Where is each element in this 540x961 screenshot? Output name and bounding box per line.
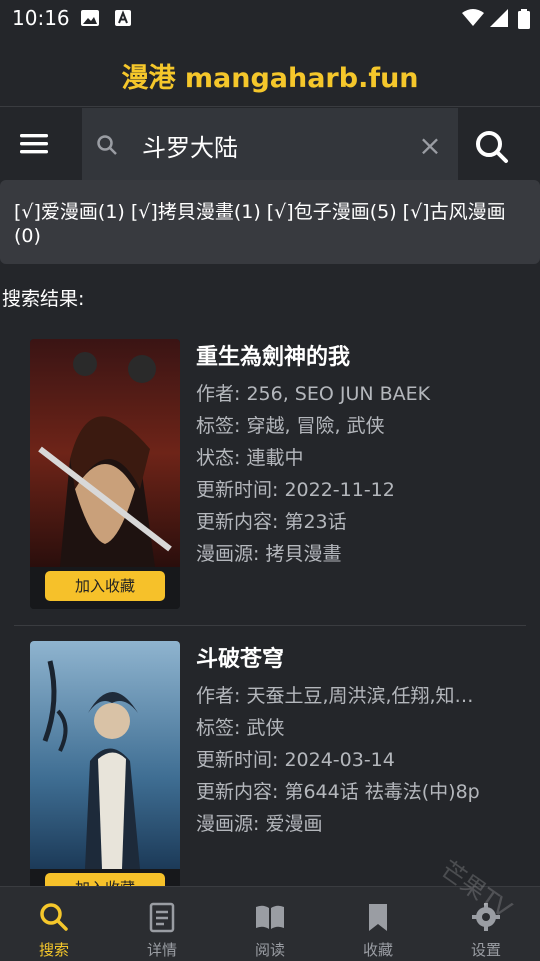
signal-icon xyxy=(490,9,508,27)
source-filter-text: [√]爱漫画(1) [√]拷貝漫畫(1) [√]包子漫画(5) [√]古风漫画(… xyxy=(14,201,506,247)
menu-icon[interactable] xyxy=(16,121,64,169)
nav-read[interactable]: 阅读 xyxy=(216,887,324,961)
search-input[interactable] xyxy=(140,126,404,164)
add-favorite-button[interactable]: 加入收藏 xyxy=(45,571,165,601)
cover-art xyxy=(30,339,180,609)
book-icon xyxy=(256,905,284,929)
result-latest: 更新内容: 第644话 祛毒法(中)8p xyxy=(196,781,480,803)
result-state: 状态: 連載中 xyxy=(196,447,304,469)
bottom-nav: 搜索 详情 阅读 收藏 设置 xyxy=(0,886,540,961)
gallery-icon xyxy=(81,10,99,26)
search-row: × xyxy=(0,107,540,180)
nav-label: 阅读 xyxy=(254,941,285,959)
bookmark-icon xyxy=(369,904,387,931)
search-box: × xyxy=(82,108,458,180)
wifi-icon xyxy=(462,9,484,26)
result-title: 重生為劍神的我 xyxy=(196,345,351,370)
source-filter[interactable]: [√]爱漫画(1) [√]拷貝漫畫(1) [√]包子漫画(5) [√]古风漫画(… xyxy=(0,180,540,264)
cover-image[interactable]: 加入收藏 xyxy=(30,339,180,609)
nav-search[interactable]: 搜索 xyxy=(0,887,108,961)
nav-details[interactable]: 详情 xyxy=(108,887,216,961)
result-tags: 标签: 武侠 xyxy=(196,717,285,739)
details-icon xyxy=(149,902,175,933)
nav-favorites[interactable]: 收藏 xyxy=(324,887,432,961)
clear-icon[interactable]: × xyxy=(414,130,446,162)
result-updated: 更新时间: 2024-03-14 xyxy=(196,749,395,771)
result-author: 作者: 256, SEO JUN BAEK xyxy=(196,383,431,405)
nav-label: 搜索 xyxy=(38,941,69,959)
app-title: 漫港 mangaharb.fun xyxy=(121,63,419,94)
result-updated: 更新时间: 2022-11-12 xyxy=(196,479,395,501)
result-card[interactable]: 加入收藏 斗破苍穹 作者: 天蚕土豆,周洪滨,任翔,知… 标签: 武侠 更新时间… xyxy=(0,641,540,886)
search-button[interactable] xyxy=(470,125,514,169)
search-field-icon xyxy=(97,135,117,155)
font-icon xyxy=(115,10,131,26)
battery-icon xyxy=(518,9,530,29)
status-bar: 10:16 xyxy=(0,0,540,36)
search-icon xyxy=(40,903,68,931)
status-time: 10:16 xyxy=(12,6,70,30)
cover-art xyxy=(30,641,180,886)
nav-label: 设置 xyxy=(470,941,501,959)
results-label: 搜索结果: xyxy=(2,288,85,310)
result-source: 漫画源: 拷貝漫畫 xyxy=(196,543,342,565)
add-favorite-button[interactable]: 加入收藏 xyxy=(45,873,165,886)
divider xyxy=(14,625,526,626)
app-bar: 漫港 mangaharb.fun xyxy=(0,36,540,107)
result-source: 漫画源: 爱漫画 xyxy=(196,813,323,835)
cover-image[interactable]: 加入收藏 xyxy=(30,641,180,886)
result-title: 斗破苍穹 xyxy=(196,647,285,672)
nav-label: 详情 xyxy=(146,941,177,959)
result-tags: 标签: 穿越, 冒險, 武侠 xyxy=(196,415,385,437)
nav-label: 收藏 xyxy=(362,941,393,959)
result-card[interactable]: 加入收藏 重生為劍神的我 作者: 256, SEO JUN BAEK 标签: 穿… xyxy=(0,339,540,624)
result-author: 作者: 天蚕土豆,周洪滨,任翔,知… xyxy=(196,685,474,707)
result-latest: 更新内容: 第23话 xyxy=(196,511,347,533)
